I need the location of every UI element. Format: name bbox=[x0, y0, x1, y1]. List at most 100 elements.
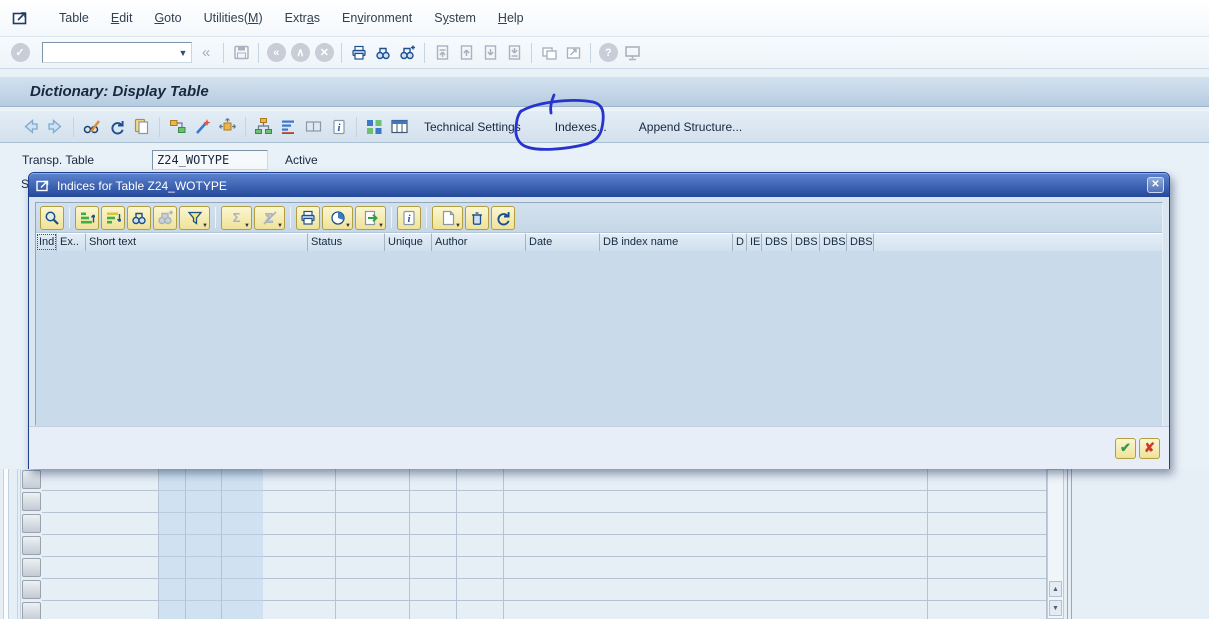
toolbar-separator bbox=[391, 207, 392, 228]
table-name-field[interactable]: Z24_WOTYPE bbox=[152, 150, 268, 170]
nav-forward-button[interactable] bbox=[43, 114, 68, 139]
create-index-button[interactable]: ▼ bbox=[432, 206, 463, 230]
information-button[interactable]: i bbox=[326, 114, 351, 139]
find-button[interactable] bbox=[371, 41, 395, 65]
dialog-title: Indices for Table Z24_WOTYPE bbox=[57, 179, 227, 193]
column-header-ind[interactable]: Ind bbox=[36, 233, 57, 251]
column-header-shorttext[interactable]: Short text bbox=[86, 233, 308, 251]
activate-button[interactable] bbox=[190, 114, 215, 139]
column-header-ex[interactable]: Ex.. bbox=[57, 233, 86, 251]
find-next-button[interactable] bbox=[153, 206, 177, 230]
generate-shortcut-button[interactable] bbox=[561, 41, 585, 65]
dropdown-arrow-icon[interactable]: ▼ bbox=[455, 223, 461, 229]
menu-item-table[interactable]: Table bbox=[48, 7, 100, 29]
command-field[interactable]: ▼ bbox=[42, 42, 192, 63]
nav-back-button[interactable] bbox=[18, 114, 43, 139]
row-selector[interactable] bbox=[22, 602, 41, 619]
customize-layout-button[interactable] bbox=[620, 41, 644, 65]
sort-ascending-button[interactable] bbox=[75, 206, 99, 230]
row-selector[interactable] bbox=[22, 580, 41, 599]
column-header-dbs[interactable]: DBS bbox=[762, 233, 792, 251]
chevron-down-icon[interactable]: ▼ bbox=[175, 48, 191, 58]
views-button[interactable]: ▼ bbox=[322, 206, 353, 230]
command-input[interactable] bbox=[43, 44, 175, 61]
enter-button[interactable]: ✓ bbox=[8, 41, 32, 65]
page-up-button[interactable] bbox=[454, 41, 478, 65]
save-icon bbox=[233, 44, 250, 61]
dropdown-arrow-icon[interactable]: ▼ bbox=[244, 223, 250, 229]
cancel-button[interactable]: ✕ bbox=[312, 41, 336, 65]
field-graphic-button[interactable] bbox=[362, 114, 387, 139]
column-header-unique[interactable]: Unique bbox=[385, 233, 432, 251]
details-button[interactable] bbox=[40, 206, 64, 230]
column-header-d[interactable]: D bbox=[733, 233, 747, 251]
column-header-dbs[interactable]: DBS bbox=[820, 233, 847, 251]
column-header-date[interactable]: Date bbox=[526, 233, 600, 251]
technical-settings-button[interactable]: Technical Settings bbox=[412, 115, 533, 139]
subtotal-button[interactable]: Σ▼ bbox=[254, 206, 285, 230]
row-selector[interactable] bbox=[22, 558, 41, 577]
help-button[interactable]: ? bbox=[596, 41, 620, 65]
scroll-up-icon[interactable]: ▲ bbox=[1049, 581, 1062, 597]
collapse-toolbar-icon[interactable]: « bbox=[202, 44, 210, 61]
vertical-scrollbar[interactable]: ▲ ▼ bbox=[1047, 469, 1064, 619]
print-button[interactable] bbox=[347, 41, 371, 65]
dropdown-arrow-icon[interactable]: ▼ bbox=[202, 223, 208, 229]
print-button[interactable] bbox=[296, 206, 320, 230]
toolbar-separator bbox=[245, 117, 246, 137]
table-columns-button[interactable] bbox=[387, 114, 412, 139]
create-subobject-button[interactable] bbox=[165, 114, 190, 139]
set-filter-button[interactable]: ▼ bbox=[179, 206, 210, 230]
column-header-author[interactable]: Author bbox=[432, 233, 526, 251]
column-header-ie[interactable]: IE bbox=[747, 233, 762, 251]
column-header-dbs[interactable]: DBS bbox=[847, 233, 874, 251]
row-selector[interactable] bbox=[22, 514, 41, 533]
find-button[interactable] bbox=[127, 206, 151, 230]
information-button[interactable]: i bbox=[397, 206, 421, 230]
refresh-button[interactable] bbox=[104, 114, 129, 139]
total-button[interactable]: Σ▼ bbox=[221, 206, 252, 230]
menu-item-extras[interactable]: Extras bbox=[274, 7, 331, 29]
delete-index-button[interactable] bbox=[465, 206, 489, 230]
display-change-button[interactable] bbox=[79, 114, 104, 139]
sort-fields-button[interactable] bbox=[276, 114, 301, 139]
column-header-dbindexname[interactable]: DB index name bbox=[600, 233, 733, 251]
back-button[interactable]: « bbox=[264, 41, 288, 65]
refresh-button[interactable] bbox=[491, 206, 515, 230]
sort-descending-button[interactable] bbox=[101, 206, 125, 230]
row-selector[interactable] bbox=[22, 492, 41, 511]
menu-item-goto[interactable]: Goto bbox=[143, 7, 192, 29]
last-page-button[interactable] bbox=[502, 41, 526, 65]
copy-button[interactable] bbox=[129, 114, 154, 139]
confirm-button[interactable]: ✔ bbox=[1115, 438, 1136, 459]
cancel-button[interactable]: ✘ bbox=[1139, 438, 1160, 459]
menu-item-edit[interactable]: Edit bbox=[100, 7, 144, 29]
column-header-status[interactable]: Status bbox=[308, 233, 385, 251]
first-page-button[interactable] bbox=[430, 41, 454, 65]
find-next-button[interactable] bbox=[395, 41, 419, 65]
indexes-button[interactable]: Indexes... bbox=[543, 115, 619, 139]
page-down-button[interactable] bbox=[478, 41, 502, 65]
menu-item-help[interactable]: Help bbox=[487, 7, 535, 29]
dropdown-arrow-icon[interactable]: ▼ bbox=[277, 223, 283, 229]
menu-item-system[interactable]: System bbox=[423, 7, 487, 29]
find-next-icon bbox=[157, 210, 173, 226]
exit-button[interactable]: ∧ bbox=[288, 41, 312, 65]
row-selector[interactable] bbox=[22, 470, 41, 489]
append-structure-button[interactable]: Append Structure... bbox=[627, 115, 754, 139]
dropdown-arrow-icon[interactable]: ▼ bbox=[378, 223, 384, 229]
close-icon[interactable]: ✕ bbox=[1147, 177, 1164, 193]
scroll-down-icon[interactable]: ▼ bbox=[1049, 600, 1062, 616]
row-selector[interactable] bbox=[22, 536, 41, 555]
detail-view-button[interactable] bbox=[301, 114, 326, 139]
export-button[interactable]: ▼ bbox=[355, 206, 386, 230]
hierarchy-button[interactable] bbox=[251, 114, 276, 139]
menu-item-utilitiesm[interactable]: Utilities(M) bbox=[193, 7, 274, 29]
dropdown-arrow-icon[interactable]: ▼ bbox=[345, 223, 351, 229]
new-session-button[interactable] bbox=[537, 41, 561, 65]
save-button[interactable] bbox=[229, 41, 253, 65]
menu-item-environment[interactable]: Environment bbox=[331, 7, 423, 29]
views-icon bbox=[330, 210, 346, 226]
column-header-dbs[interactable]: DBS bbox=[792, 233, 820, 251]
where-used-button[interactable] bbox=[215, 114, 240, 139]
